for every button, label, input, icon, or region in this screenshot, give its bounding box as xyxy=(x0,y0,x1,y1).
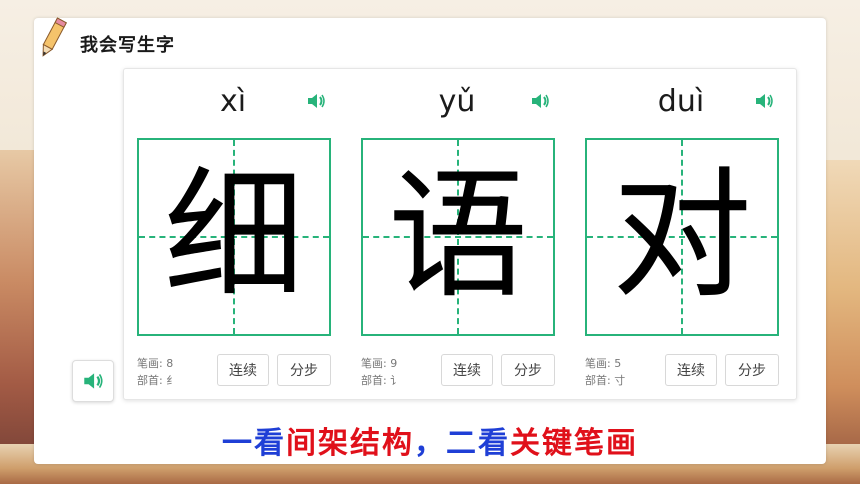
writing-grid[interactable]: 语 xyxy=(361,138,555,336)
writing-grid[interactable]: 对 xyxy=(585,138,779,336)
radical: 部首: 纟 xyxy=(137,374,178,387)
continuous-play-button[interactable]: 连续 xyxy=(665,354,717,386)
stroke-count: 笔画: 8 xyxy=(137,357,174,370)
speaker-icon[interactable] xyxy=(529,90,551,112)
character-info: 笔画: 5 部首: 寸 xyxy=(585,355,625,389)
character-info: 笔画: 8 部首: 纟 xyxy=(137,355,177,389)
pencil-icon xyxy=(42,17,67,57)
pinyin-label: yǔ xyxy=(438,84,476,119)
continuous-play-button[interactable]: 连续 xyxy=(441,354,493,386)
pinyin-label: duì xyxy=(657,84,705,119)
section-title: 我会写生字 xyxy=(80,35,175,56)
speaker-icon[interactable] xyxy=(753,90,775,112)
hanzi-character: 语 xyxy=(387,155,528,318)
writing-grid[interactable]: 细 xyxy=(137,138,331,336)
hanzi-character: 对 xyxy=(611,155,752,318)
pinyin-label: xì xyxy=(219,84,247,119)
read-all-button[interactable] xyxy=(72,360,114,402)
speaker-icon[interactable] xyxy=(305,90,327,112)
hanzi-character: 细 xyxy=(163,155,304,318)
stroke-count: 笔画: 5 xyxy=(585,357,622,370)
study-tip-caption: 一看间架结构，二看关键笔画 xyxy=(0,418,860,462)
caption-part-4: 关键笔画 xyxy=(510,426,638,461)
radical: 部首: 讠 xyxy=(361,374,402,387)
stroke-count: 笔画: 9 xyxy=(361,357,398,370)
caption-part-2: 间架结构 xyxy=(286,426,414,461)
step-play-button[interactable]: 分步 xyxy=(501,354,555,386)
continuous-play-button[interactable]: 连续 xyxy=(217,354,269,386)
caption-part-3: ，二看 xyxy=(414,426,510,461)
radical: 部首: 寸 xyxy=(585,374,626,387)
character-info: 笔画: 9 部首: 讠 xyxy=(361,355,401,389)
step-play-button[interactable]: 分步 xyxy=(277,354,331,386)
speaker-icon xyxy=(84,373,103,389)
caption-part-1: 一看 xyxy=(222,426,286,461)
step-play-button[interactable]: 分步 xyxy=(725,354,779,386)
